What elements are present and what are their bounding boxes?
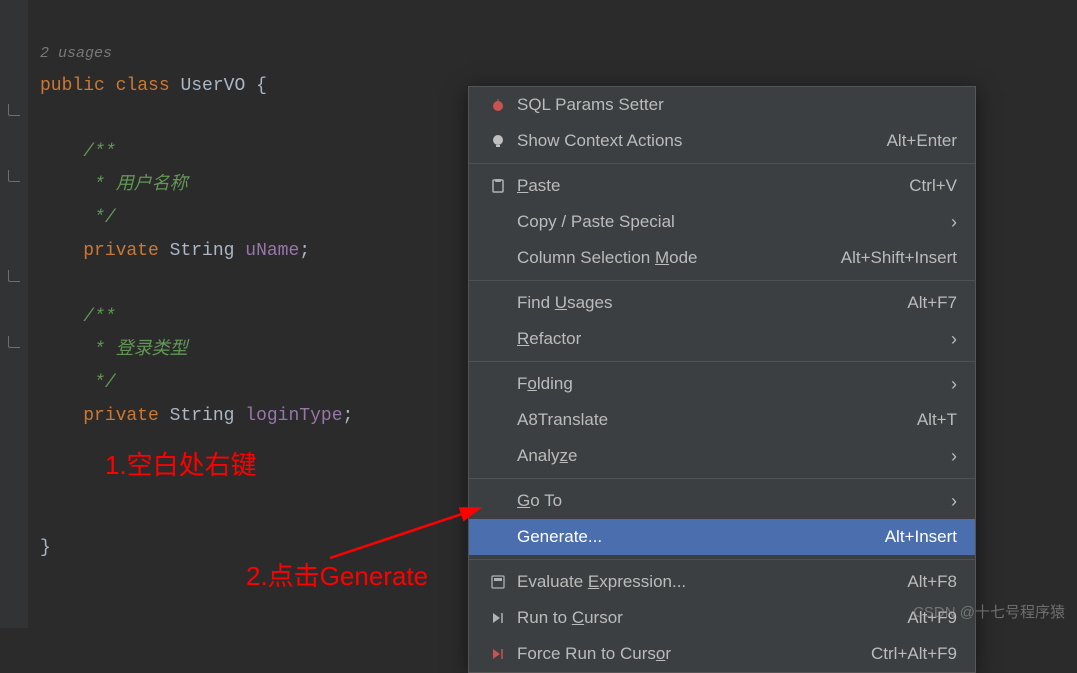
comment: * 登录类型 [83,340,187,360]
keyword: class [116,76,170,96]
menu-separator [469,559,975,560]
menu-refactor[interactable]: Refactor › [469,321,975,357]
menu-shortcut: Alt+Insert [885,527,957,547]
semicolon: ; [343,406,354,426]
menu-shortcut: Alt+F7 [907,293,957,313]
menu-label: Copy / Paste Special [517,212,941,232]
menu-goto[interactable]: Go To › [469,483,975,519]
class-name: UserVO [180,76,245,96]
brace: { [245,76,267,96]
menu-analyze[interactable]: Analyze › [469,438,975,474]
usages-hint: 2 usages [40,45,112,62]
menu-shortcut: Alt+F8 [907,572,957,592]
chevron-right-icon: › [951,329,957,350]
watermark: CSDN @十七号程序猿 [913,601,1065,622]
menu-label: Find Usages [517,293,897,313]
menu-label: SQL Params Setter [517,95,957,115]
keyword: private [83,406,159,426]
menu-label: A8Translate [517,410,907,430]
menu-label: Analyze [517,446,941,466]
comment: * 用户名称 [83,175,187,195]
menu-label: Refactor [517,329,941,349]
clipboard-icon [487,178,509,194]
field-name: uName [245,241,299,261]
menu-label: Show Context Actions [517,131,877,151]
menu-run-to-cursor[interactable]: Run to Cursor Alt+F9 [469,600,975,636]
menu-evaluate-expression[interactable]: Evaluate Expression... Alt+F8 [469,564,975,600]
menu-shortcut: Alt+Shift+Insert [841,248,957,268]
menu-separator [469,478,975,479]
bug-icon [487,97,509,113]
menu-paste[interactable]: Paste Ctrl+V [469,168,975,204]
menu-separator [469,163,975,164]
menu-shortcut: Alt+Enter [887,131,957,151]
menu-a8translate[interactable]: A8Translate Alt+T [469,402,975,438]
menu-copy-paste-special[interactable]: Copy / Paste Special › [469,204,975,240]
force-run-icon [487,646,509,662]
menu-label: Paste [517,176,899,196]
menu-label: Go To [517,491,941,511]
menu-force-run-to-cursor[interactable]: Force Run to Cursor Ctrl+Alt+F9 [469,636,975,672]
menu-shortcut: Ctrl+V [909,176,957,196]
chevron-right-icon: › [951,374,957,395]
run-cursor-icon [487,610,509,626]
brace: } [40,538,51,558]
menu-column-select[interactable]: Column Selection Mode Alt+Shift+Insert [469,240,975,276]
menu-find-usages[interactable]: Find Usages Alt+F7 [469,285,975,321]
comment: */ [83,373,115,393]
field-name: loginType [245,406,342,426]
chevron-right-icon: › [951,446,957,467]
menu-label: Run to Cursor [517,608,897,628]
context-menu: SQL Params Setter Show Context Actions A… [468,86,976,673]
menu-label: Evaluate Expression... [517,572,897,592]
menu-shortcut: Ctrl+Alt+F9 [871,644,957,664]
menu-separator [469,361,975,362]
menu-folding[interactable]: Folding › [469,366,975,402]
menu-label: Column Selection Mode [517,248,831,268]
menu-separator [469,280,975,281]
menu-sql-params[interactable]: SQL Params Setter [469,87,975,123]
comment: /** [83,307,115,327]
menu-context-actions[interactable]: Show Context Actions Alt+Enter [469,123,975,159]
keyword: private [83,241,159,261]
chevron-right-icon: › [951,491,957,512]
menu-generate[interactable]: Generate... Alt+Insert [469,519,975,555]
chevron-right-icon: › [951,212,957,233]
menu-label: Generate... [517,527,875,547]
comment: */ [83,208,115,228]
menu-label: Force Run to Cursor [517,644,861,664]
editor-gutter [0,0,28,628]
comment: /** [83,142,115,162]
calculator-icon [487,574,509,590]
menu-shortcut: Alt+T [917,410,957,430]
menu-label: Folding [517,374,941,394]
type: String [170,406,235,426]
lightbulb-icon [487,133,509,149]
type: String [170,241,235,261]
semicolon: ; [299,241,310,261]
keyword: public [40,76,105,96]
